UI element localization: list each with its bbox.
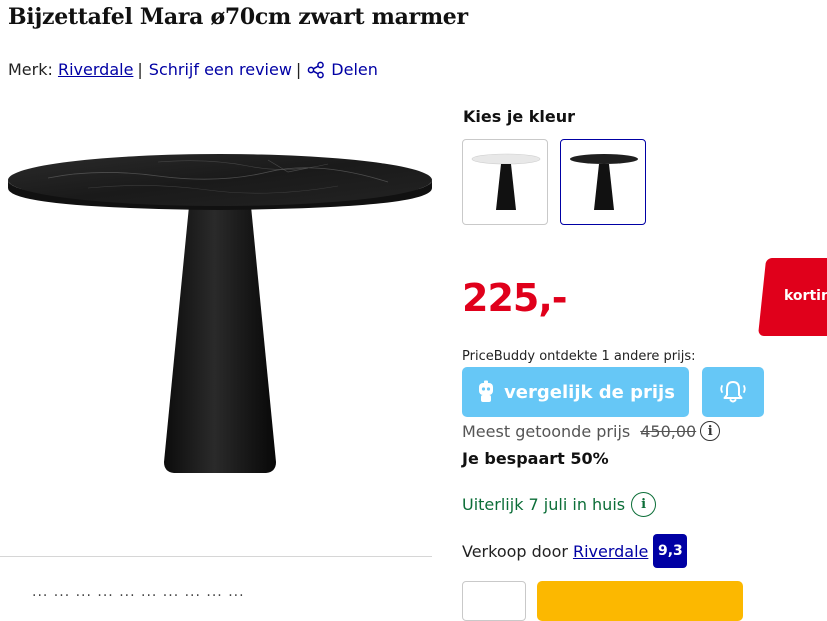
pricebuddy-text: PriceBuddy ontdekte 1 andere prijs:	[462, 349, 696, 364]
bell-alert-icon	[720, 381, 746, 403]
product-meta-row: Merk: Riverdale | Schrijf een review | D…	[8, 60, 378, 79]
share-icon	[307, 61, 325, 78]
delivery-text: Uiterlijk 7 juli in huis	[462, 495, 626, 514]
info-icon[interactable]: i	[700, 421, 721, 441]
description-fragment: ··· ··· ··· ··· ··· ··· ··· ··· ··· ···	[32, 588, 245, 604]
share-label: Delen	[331, 60, 378, 79]
product-price: 225,-	[462, 276, 568, 320]
compare-price-button[interactable]: vergelijk de prijs	[462, 367, 689, 417]
write-review-link[interactable]: Schrijf een review	[149, 60, 292, 79]
color-option-white-marble[interactable]	[462, 139, 548, 225]
quantity-select[interactable]	[462, 581, 526, 621]
marble-table-illustration	[8, 154, 432, 473]
most-shown-price-value: 450,00	[640, 421, 697, 441]
section-divider	[0, 556, 432, 557]
separator: |	[137, 60, 143, 79]
color-picker-heading: Kies je kleur	[463, 107, 575, 126]
price-alert-button[interactable]	[702, 367, 764, 417]
share-button[interactable]: Delen	[307, 60, 378, 79]
brand-prefix: Merk:	[8, 60, 53, 79]
compare-price-label: vergelijk de prijs	[504, 381, 675, 403]
seller-link[interactable]: Riverdale	[573, 542, 648, 561]
color-option-black-marble[interactable]	[560, 139, 646, 225]
seller-row: Verkoop door Riverdale 9,3	[462, 534, 688, 568]
most-shown-price-row: Meest getoonde prijs 450,00 i	[462, 421, 721, 441]
discount-badge-label: korting	[784, 288, 827, 304]
seller-label: Verkoop door	[462, 541, 568, 561]
separator: |	[295, 60, 302, 79]
product-image[interactable]	[8, 110, 432, 484]
add-to-cart-button[interactable]	[537, 581, 743, 621]
delivery-row: Uiterlijk 7 juli in huis i	[462, 492, 657, 517]
brand-link[interactable]: Riverdale	[58, 60, 133, 79]
product-title: Bijzettafel Mara ø70cm zwart marmer	[8, 4, 468, 30]
most-shown-price-label: Meest getoonde prijs	[462, 421, 631, 441]
saving-text: Je bespaart 50%	[462, 449, 609, 468]
black-marble-table-thumbnail	[570, 154, 638, 210]
pricebuddy-mascot-icon	[479, 380, 494, 402]
white-marble-table-thumbnail	[471, 153, 541, 210]
seller-rating-badge[interactable]: 9,3	[653, 534, 688, 568]
delivery-info-icon[interactable]: i	[631, 492, 657, 517]
